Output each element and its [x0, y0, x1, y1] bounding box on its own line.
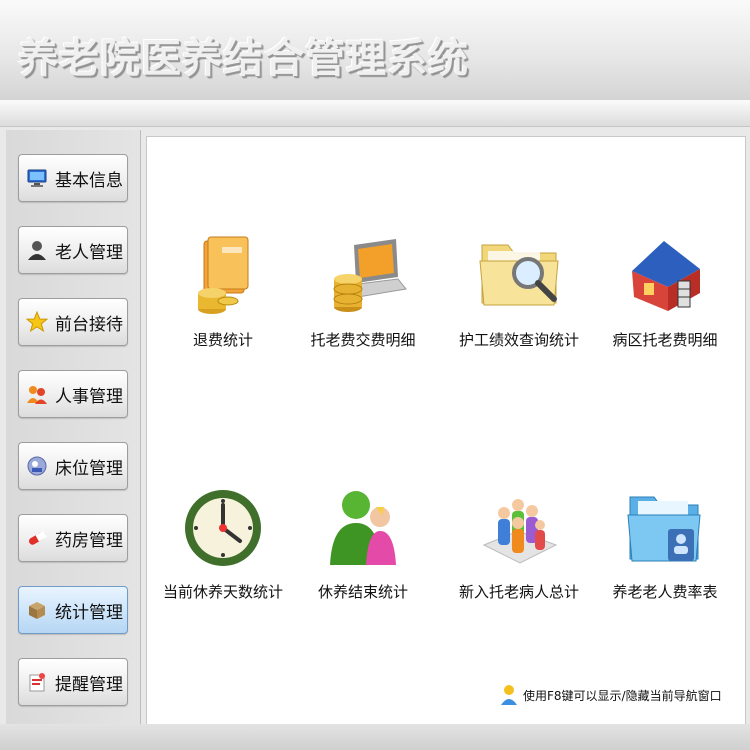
person-icon [25, 238, 49, 262]
app-header: 养老院医养结合管理系统 [0, 0, 750, 101]
folder-coins-icon [178, 231, 268, 321]
tile-ward-fee-detail[interactable]: 病区托老费明细 [595, 231, 735, 350]
tile-label: 托老费交费明细 [310, 331, 416, 349]
nav-label: 床位管理 [55, 458, 123, 479]
nav-reminder-button[interactable]: 提醒管理 [18, 658, 128, 706]
f8-hint-text: 使用F8键可以显示/隐藏当前导航窗口 [523, 688, 722, 703]
nav-label: 人事管理 [55, 386, 123, 407]
monitor-icon [25, 166, 49, 190]
sidebar: 基本信息 老人管理 前台接待 人事管理 床位管理 药房管理 统计管理 提醒管理 [6, 130, 141, 742]
reminder-icon [25, 670, 49, 694]
nav-label: 老人管理 [55, 242, 123, 263]
tile-new-patient-total[interactable]: 新入托老病人总计 [449, 483, 589, 602]
users-icon [318, 483, 408, 573]
clock-icon [178, 483, 268, 573]
nav-statistics-button[interactable]: 统计管理 [18, 586, 128, 634]
nav-label: 提醒管理 [55, 674, 123, 695]
folder-blue-icon [620, 483, 710, 573]
nav-pharmacy-button[interactable]: 药房管理 [18, 514, 128, 562]
nav-basic-info-button[interactable]: 基本信息 [18, 154, 128, 202]
tile-label: 养老老人费率表 [612, 583, 718, 601]
tile-label: 病区托老费明细 [612, 331, 718, 349]
tile-elder-fee-rate-table[interactable]: 养老老人费率表 [595, 483, 735, 602]
box-icon [25, 598, 49, 622]
nav-label: 药房管理 [55, 530, 123, 551]
pill-icon [25, 526, 49, 550]
nav-hr-button[interactable]: 人事管理 [18, 370, 128, 418]
main-panel: 退费统计 托老费交费明细 护工绩效查询统计 病区托老费明细 当前休养天数统计 休… [146, 136, 746, 726]
nav-label: 统计管理 [55, 602, 123, 623]
tile-label: 当前休养天数统计 [162, 583, 283, 601]
tile-label: 护工绩效查询统计 [458, 331, 579, 349]
tile-refund-stats[interactable]: 退费统计 [153, 231, 293, 350]
nav-elder-button[interactable]: 老人管理 [18, 226, 128, 274]
bed-icon [25, 454, 49, 478]
tile-nurse-performance[interactable]: 护工绩效查询统计 [449, 231, 589, 350]
f8-hint: 使用F8键可以显示/隐藏当前导航窗口 [499, 683, 722, 707]
nav-label: 基本信息 [55, 170, 123, 191]
tile-current-rest-days[interactable]: 当前休养天数统计 [153, 483, 293, 602]
folder-search-icon [474, 231, 564, 321]
tile-label: 休养结束统计 [317, 583, 408, 601]
tile-label: 退费统计 [192, 331, 253, 349]
nav-reception-button[interactable]: 前台接待 [18, 298, 128, 346]
house-icon [620, 231, 710, 321]
people-icon [25, 382, 49, 406]
footer-strip [0, 724, 750, 750]
tile-label: 新入托老病人总计 [458, 583, 579, 601]
star-icon [25, 310, 49, 334]
tile-rest-end-stats[interactable]: 休养结束统计 [293, 483, 433, 602]
laptop-coins-icon [318, 231, 408, 321]
nav-label: 前台接待 [55, 314, 123, 335]
nav-bed-button[interactable]: 床位管理 [18, 442, 128, 490]
user-hint-icon [499, 683, 519, 707]
people-group-icon [474, 483, 564, 573]
app-title: 养老院医养结合管理系统 [18, 36, 469, 82]
tile-fee-payment-detail[interactable]: 托老费交费明细 [293, 231, 433, 350]
header-stripe [0, 100, 750, 127]
